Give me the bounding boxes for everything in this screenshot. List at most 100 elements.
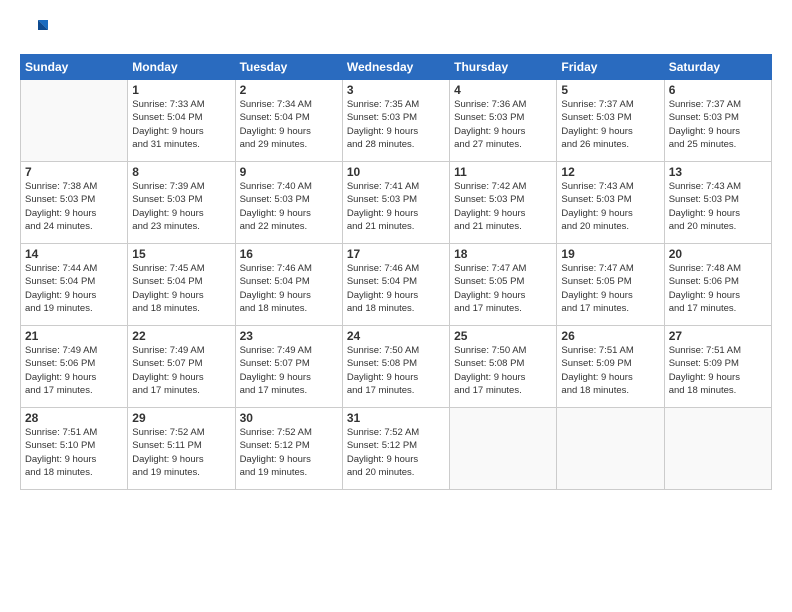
weekday-header: Friday [557, 55, 664, 80]
day-number: 6 [669, 83, 767, 97]
day-number: 10 [347, 165, 445, 179]
calendar-cell: 26Sunrise: 7:51 AM Sunset: 5:09 PM Dayli… [557, 326, 664, 408]
calendar-cell: 7Sunrise: 7:38 AM Sunset: 5:03 PM Daylig… [21, 162, 128, 244]
day-number: 23 [240, 329, 338, 343]
calendar-cell: 6Sunrise: 7:37 AM Sunset: 5:03 PM Daylig… [664, 80, 771, 162]
day-number: 21 [25, 329, 123, 343]
day-info: Sunrise: 7:38 AM Sunset: 5:03 PM Dayligh… [25, 180, 123, 233]
day-number: 9 [240, 165, 338, 179]
calendar-header-row: SundayMondayTuesdayWednesdayThursdayFrid… [21, 55, 772, 80]
calendar-cell: 9Sunrise: 7:40 AM Sunset: 5:03 PM Daylig… [235, 162, 342, 244]
calendar-week-row: 28Sunrise: 7:51 AM Sunset: 5:10 PM Dayli… [21, 408, 772, 490]
day-info: Sunrise: 7:50 AM Sunset: 5:08 PM Dayligh… [454, 344, 552, 397]
day-number: 19 [561, 247, 659, 261]
calendar-cell: 22Sunrise: 7:49 AM Sunset: 5:07 PM Dayli… [128, 326, 235, 408]
calendar-week-row: 7Sunrise: 7:38 AM Sunset: 5:03 PM Daylig… [21, 162, 772, 244]
weekday-header: Thursday [450, 55, 557, 80]
day-number: 15 [132, 247, 230, 261]
day-info: Sunrise: 7:52 AM Sunset: 5:11 PM Dayligh… [132, 426, 230, 479]
day-info: Sunrise: 7:45 AM Sunset: 5:04 PM Dayligh… [132, 262, 230, 315]
day-info: Sunrise: 7:43 AM Sunset: 5:03 PM Dayligh… [669, 180, 767, 233]
calendar-cell [450, 408, 557, 490]
day-info: Sunrise: 7:49 AM Sunset: 5:07 PM Dayligh… [240, 344, 338, 397]
weekday-header: Sunday [21, 55, 128, 80]
day-info: Sunrise: 7:47 AM Sunset: 5:05 PM Dayligh… [454, 262, 552, 315]
weekday-header: Wednesday [342, 55, 449, 80]
day-info: Sunrise: 7:51 AM Sunset: 5:09 PM Dayligh… [669, 344, 767, 397]
day-info: Sunrise: 7:49 AM Sunset: 5:06 PM Dayligh… [25, 344, 123, 397]
day-info: Sunrise: 7:51 AM Sunset: 5:09 PM Dayligh… [561, 344, 659, 397]
calendar-cell: 20Sunrise: 7:48 AM Sunset: 5:06 PM Dayli… [664, 244, 771, 326]
calendar-cell: 13Sunrise: 7:43 AM Sunset: 5:03 PM Dayli… [664, 162, 771, 244]
day-info: Sunrise: 7:44 AM Sunset: 5:04 PM Dayligh… [25, 262, 123, 315]
calendar-week-row: 1Sunrise: 7:33 AM Sunset: 5:04 PM Daylig… [21, 80, 772, 162]
calendar-week-row: 14Sunrise: 7:44 AM Sunset: 5:04 PM Dayli… [21, 244, 772, 326]
day-info: Sunrise: 7:35 AM Sunset: 5:03 PM Dayligh… [347, 98, 445, 151]
day-number: 17 [347, 247, 445, 261]
day-number: 5 [561, 83, 659, 97]
calendar-cell: 24Sunrise: 7:50 AM Sunset: 5:08 PM Dayli… [342, 326, 449, 408]
day-number: 18 [454, 247, 552, 261]
calendar-cell [664, 408, 771, 490]
day-number: 13 [669, 165, 767, 179]
day-number: 22 [132, 329, 230, 343]
day-number: 3 [347, 83, 445, 97]
day-number: 25 [454, 329, 552, 343]
day-info: Sunrise: 7:33 AM Sunset: 5:04 PM Dayligh… [132, 98, 230, 151]
calendar-cell: 19Sunrise: 7:47 AM Sunset: 5:05 PM Dayli… [557, 244, 664, 326]
day-number: 27 [669, 329, 767, 343]
calendar-cell: 4Sunrise: 7:36 AM Sunset: 5:03 PM Daylig… [450, 80, 557, 162]
day-info: Sunrise: 7:49 AM Sunset: 5:07 PM Dayligh… [132, 344, 230, 397]
day-info: Sunrise: 7:48 AM Sunset: 5:06 PM Dayligh… [669, 262, 767, 315]
calendar-cell: 1Sunrise: 7:33 AM Sunset: 5:04 PM Daylig… [128, 80, 235, 162]
day-info: Sunrise: 7:37 AM Sunset: 5:03 PM Dayligh… [561, 98, 659, 151]
calendar-cell: 10Sunrise: 7:41 AM Sunset: 5:03 PM Dayli… [342, 162, 449, 244]
calendar-cell: 18Sunrise: 7:47 AM Sunset: 5:05 PM Dayli… [450, 244, 557, 326]
calendar-cell: 3Sunrise: 7:35 AM Sunset: 5:03 PM Daylig… [342, 80, 449, 162]
day-info: Sunrise: 7:36 AM Sunset: 5:03 PM Dayligh… [454, 98, 552, 151]
day-number: 26 [561, 329, 659, 343]
weekday-header: Saturday [664, 55, 771, 80]
calendar-cell [21, 80, 128, 162]
day-info: Sunrise: 7:52 AM Sunset: 5:12 PM Dayligh… [347, 426, 445, 479]
calendar-table: SundayMondayTuesdayWednesdayThursdayFrid… [20, 54, 772, 490]
calendar-cell: 16Sunrise: 7:46 AM Sunset: 5:04 PM Dayli… [235, 244, 342, 326]
calendar-cell: 2Sunrise: 7:34 AM Sunset: 5:04 PM Daylig… [235, 80, 342, 162]
logo [20, 16, 52, 44]
day-number: 14 [25, 247, 123, 261]
calendar-cell: 23Sunrise: 7:49 AM Sunset: 5:07 PM Dayli… [235, 326, 342, 408]
calendar-cell: 8Sunrise: 7:39 AM Sunset: 5:03 PM Daylig… [128, 162, 235, 244]
day-number: 12 [561, 165, 659, 179]
day-number: 20 [669, 247, 767, 261]
day-info: Sunrise: 7:51 AM Sunset: 5:10 PM Dayligh… [25, 426, 123, 479]
calendar-cell: 28Sunrise: 7:51 AM Sunset: 5:10 PM Dayli… [21, 408, 128, 490]
page: SundayMondayTuesdayWednesdayThursdayFrid… [0, 0, 792, 612]
day-info: Sunrise: 7:40 AM Sunset: 5:03 PM Dayligh… [240, 180, 338, 233]
calendar-cell: 17Sunrise: 7:46 AM Sunset: 5:04 PM Dayli… [342, 244, 449, 326]
day-number: 8 [132, 165, 230, 179]
day-info: Sunrise: 7:43 AM Sunset: 5:03 PM Dayligh… [561, 180, 659, 233]
day-number: 29 [132, 411, 230, 425]
header [20, 16, 772, 44]
calendar-cell: 12Sunrise: 7:43 AM Sunset: 5:03 PM Dayli… [557, 162, 664, 244]
calendar-cell [557, 408, 664, 490]
day-number: 24 [347, 329, 445, 343]
day-info: Sunrise: 7:46 AM Sunset: 5:04 PM Dayligh… [240, 262, 338, 315]
day-info: Sunrise: 7:41 AM Sunset: 5:03 PM Dayligh… [347, 180, 445, 233]
weekday-header: Monday [128, 55, 235, 80]
day-info: Sunrise: 7:37 AM Sunset: 5:03 PM Dayligh… [669, 98, 767, 151]
day-info: Sunrise: 7:46 AM Sunset: 5:04 PM Dayligh… [347, 262, 445, 315]
day-number: 30 [240, 411, 338, 425]
day-number: 2 [240, 83, 338, 97]
calendar-cell: 5Sunrise: 7:37 AM Sunset: 5:03 PM Daylig… [557, 80, 664, 162]
calendar-cell: 25Sunrise: 7:50 AM Sunset: 5:08 PM Dayli… [450, 326, 557, 408]
logo-icon [20, 16, 48, 44]
calendar-cell: 31Sunrise: 7:52 AM Sunset: 5:12 PM Dayli… [342, 408, 449, 490]
day-number: 1 [132, 83, 230, 97]
calendar-week-row: 21Sunrise: 7:49 AM Sunset: 5:06 PM Dayli… [21, 326, 772, 408]
day-number: 7 [25, 165, 123, 179]
calendar-cell: 29Sunrise: 7:52 AM Sunset: 5:11 PM Dayli… [128, 408, 235, 490]
day-info: Sunrise: 7:42 AM Sunset: 5:03 PM Dayligh… [454, 180, 552, 233]
day-info: Sunrise: 7:39 AM Sunset: 5:03 PM Dayligh… [132, 180, 230, 233]
day-number: 11 [454, 165, 552, 179]
